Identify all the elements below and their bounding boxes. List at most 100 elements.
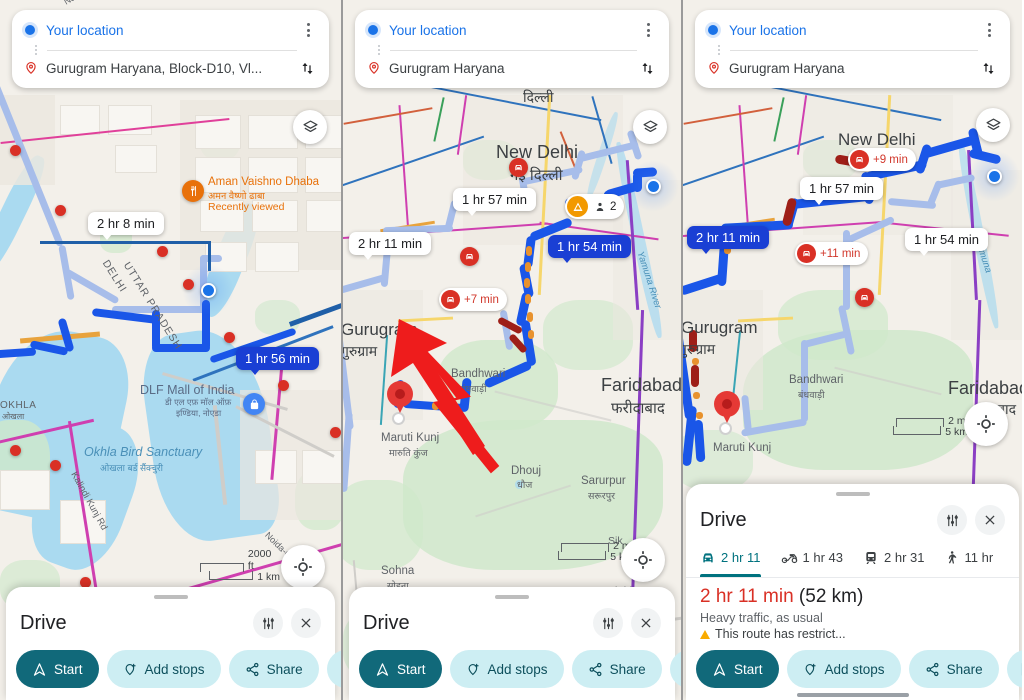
recenter-button[interactable] [621,538,665,582]
more-options-icon[interactable] [639,23,657,37]
drive-bottom-sheet[interactable]: Drive Start Add stops Share [349,587,681,700]
congestion-segment [526,246,532,256]
add-stops-label: Add stops [144,661,205,677]
traffic-incident-chip[interactable]: +9 min [848,148,916,171]
bookmark-button[interactable] [1006,650,1022,688]
close-icon[interactable] [975,505,1005,535]
selected-route-line[interactable] [152,344,210,352]
map-layers-button[interactable] [976,108,1010,142]
incident-marker[interactable] [157,246,168,257]
destination-input[interactable]: Gurugram Haryana [389,61,637,76]
restriction-note-row[interactable]: This route has restrict... [700,627,1005,641]
incident-marker[interactable] [10,145,21,156]
incident-marker[interactable] [278,380,289,391]
drive-bottom-sheet-expanded[interactable]: Drive 2 hr 11 1 hr 43 2 hr 31 11 hr 2 hr… [686,484,1022,700]
map-scale-bar: 2000 ft 1 km [200,548,280,583]
add-stops-button[interactable]: Add stops [449,650,564,688]
origin-input[interactable]: Your location [46,23,299,38]
tab-walk[interactable]: 11 hr [944,538,993,577]
destination-pin[interactable] [714,391,740,425]
tab-transit[interactable]: 2 hr 31 [863,538,944,577]
close-icon[interactable] [291,608,321,638]
park-area [438,340,558,430]
drive-bottom-sheet[interactable]: Drive Start Add stops Share [6,587,341,700]
share-button[interactable]: Share [908,650,999,688]
route-options-icon[interactable] [253,608,283,638]
incident-delay-label: +11 min [820,247,861,260]
mall-poi-icon[interactable] [243,393,265,415]
origin-input[interactable]: Your location [389,23,639,38]
sheet-grabber[interactable] [153,595,188,599]
motorcycle-icon [781,554,797,564]
destination-row[interactable]: Gurugram Haryana [367,57,657,79]
city-block [0,470,50,510]
destination-input[interactable]: Gurugram Haryana [729,61,978,76]
destination-row[interactable]: Gurugram Haryana, Block-D10, Vl... [24,57,317,79]
route-time-chip-selected[interactable]: 2 hr 11 min [687,226,770,254]
origin-input[interactable]: Your location [729,23,980,38]
more-options-icon[interactable] [980,23,998,37]
route-time-chip[interactable]: 1 hr 54 min [905,228,989,256]
traffic-incident-chip[interactable]: +7 min [439,288,507,311]
scale-metric: 1 km [257,571,280,583]
more-options-icon[interactable] [299,23,317,37]
origin-location-dot [201,283,216,298]
share-button[interactable]: Share [228,650,319,688]
route-time-chip[interactable]: 1 hr 57 min [453,188,537,216]
close-icon[interactable] [631,608,661,638]
route-options-icon[interactable] [593,608,623,638]
route-time-chip-selected[interactable]: 1 hr 54 min [548,235,632,263]
origin-row[interactable]: Your location [24,19,317,41]
traffic-jam-icon[interactable] [855,288,874,307]
start-button[interactable]: Start [359,650,442,688]
start-button[interactable]: Start [696,650,779,688]
recenter-button[interactable] [281,545,325,589]
tab-drive[interactable]: 2 hr 11 [700,538,781,577]
origin-row[interactable]: Your location [367,19,657,41]
route-time-chip[interactable]: 2 hr 11 min [349,232,432,260]
share-button[interactable]: Share [571,650,662,688]
directions-search-card[interactable]: Your location Gurugram Haryana [695,10,1010,88]
sheet-grabber[interactable] [835,492,870,496]
directions-search-card[interactable]: Your location Gurugram Haryana, Block-D1… [12,10,329,88]
add-stops-button[interactable]: Add stops [786,650,901,688]
traffic-jam-icon[interactable] [460,247,479,266]
map-layers-button[interactable] [633,110,667,144]
incident-marker[interactable] [224,332,235,343]
start-button[interactable]: Start [16,650,99,688]
route-time-chip[interactable]: 1 hr 57 min [800,177,884,205]
incident-marker[interactable] [55,205,66,216]
car-icon [703,552,713,562]
route-options-icon[interactable] [937,505,967,535]
bookmark-button[interactable] [326,650,341,688]
alternate-route-line[interactable] [200,255,222,262]
alternate-route-line[interactable] [801,340,808,422]
sheet-grabber[interactable] [495,595,529,599]
swap-vertical-icon[interactable] [978,60,998,77]
route-time-chip[interactable]: 2 hr 8 min [88,212,164,240]
restaurant-poi-icon[interactable] [182,180,204,202]
destination-pin[interactable] [387,381,413,415]
tab-motorcycle-label: 1 hr 43 [802,550,843,565]
destination-input[interactable]: Gurugram Haryana, Block-D10, Vl... [46,61,297,76]
sheet-header: Drive [6,605,335,641]
swap-vertical-icon[interactable] [297,60,317,77]
tab-motorcycle[interactable]: 1 hr 43 [781,538,863,577]
swap-vertical-icon[interactable] [637,60,657,77]
origin-row[interactable]: Your location [707,19,998,41]
map-layers-button[interactable] [293,110,327,144]
travel-mode-tabs: 2 hr 11 1 hr 43 2 hr 31 11 hr [686,538,1019,578]
recenter-button[interactable] [964,402,1008,446]
incident-marker[interactable] [330,427,341,438]
traffic-jam-icon[interactable] [509,158,528,177]
destination-row[interactable]: Gurugram Haryana [707,57,998,79]
incident-marker[interactable] [50,460,61,471]
route-time-chip-selected[interactable]: 1 hr 56 min [236,347,320,375]
directions-search-card[interactable]: Your location Gurugram Haryana [355,10,669,88]
bookmark-button[interactable] [669,650,681,688]
construction-incident-chip[interactable]: 2 [565,194,625,219]
add-stops-button[interactable]: Add stops [106,650,221,688]
traffic-incident-chip[interactable]: +11 min [795,242,869,265]
incident-marker[interactable] [183,279,194,290]
incident-marker[interactable] [10,445,21,456]
